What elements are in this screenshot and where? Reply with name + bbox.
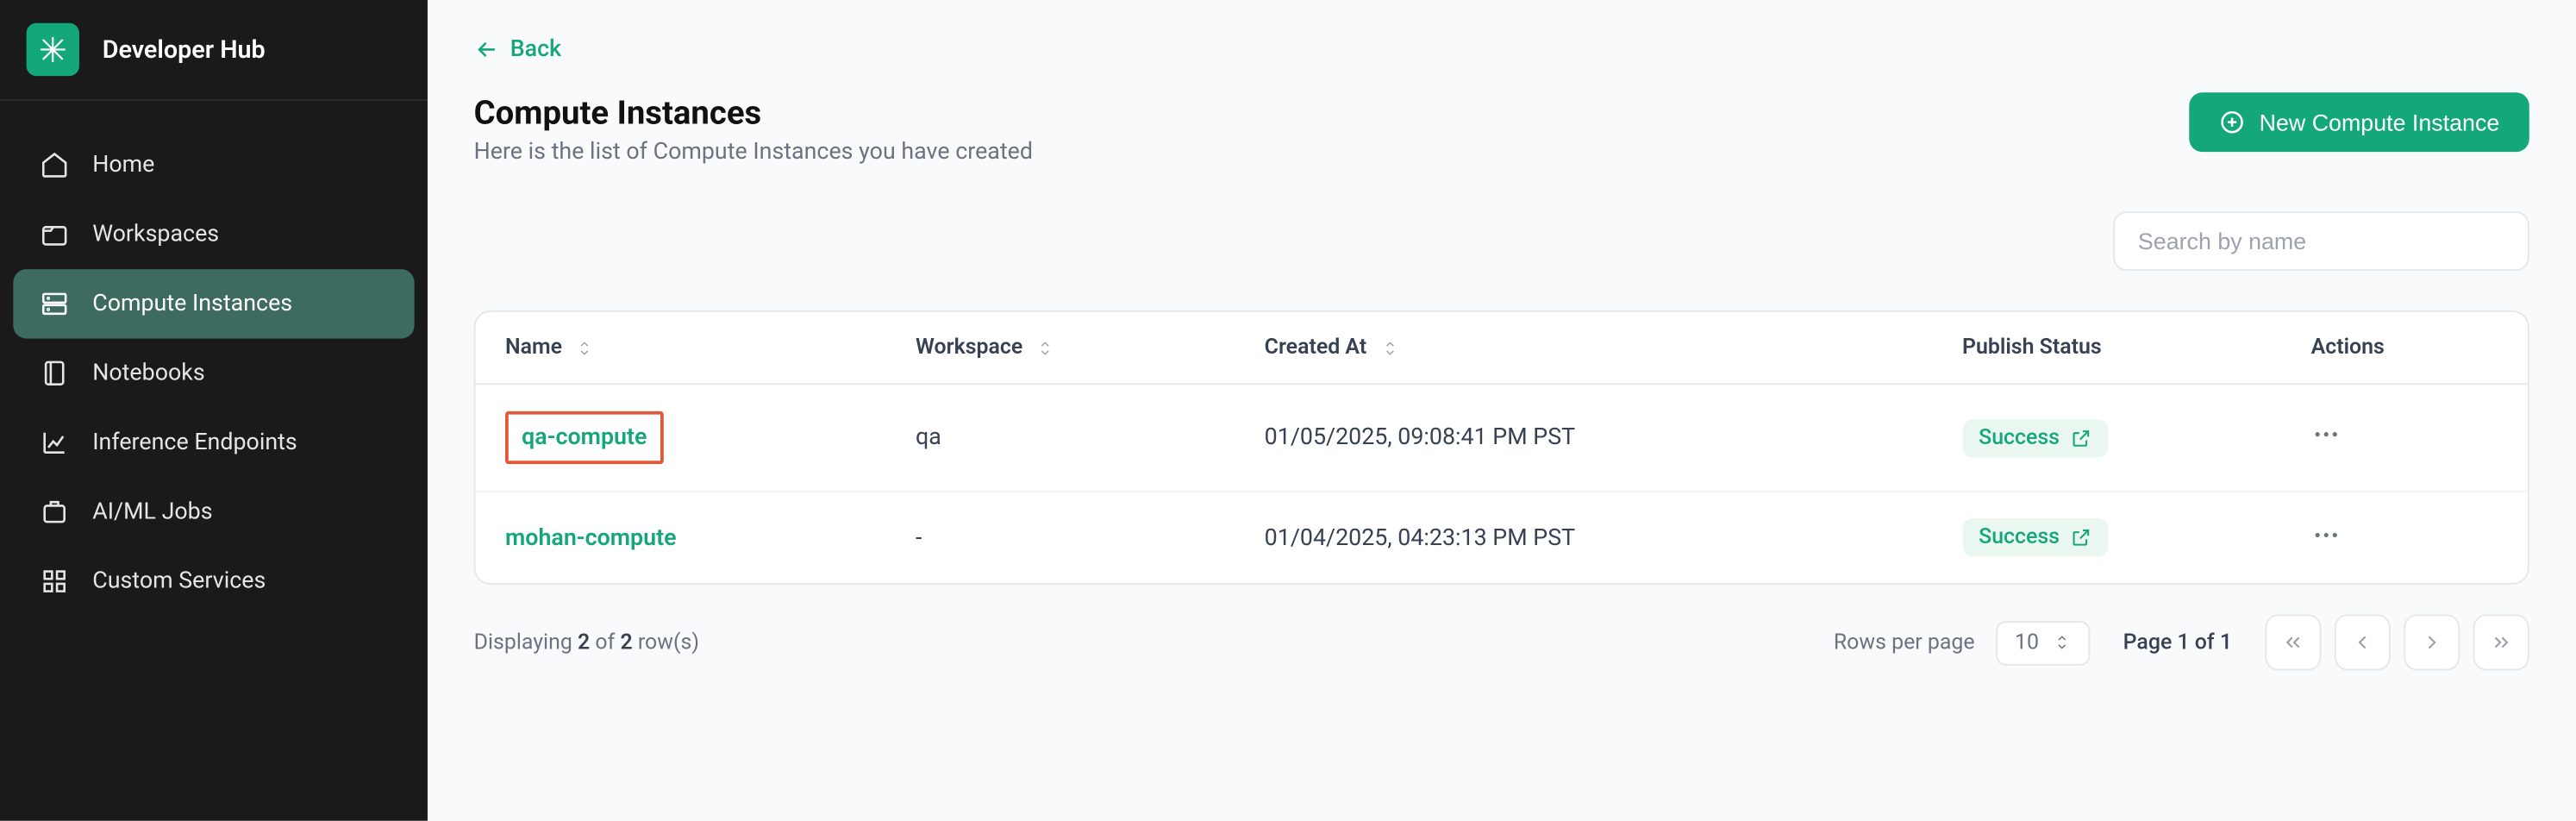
table-footer: Displaying 2 of 2 row(s) Rows per page 1… bbox=[474, 614, 2529, 670]
status-badge[interactable]: Success bbox=[1962, 518, 2108, 556]
sidebar-header: Developer Hub bbox=[0, 0, 428, 101]
pager bbox=[2265, 614, 2529, 670]
more-horizontal-icon bbox=[2311, 519, 2341, 548]
prev-page-button[interactable] bbox=[2335, 614, 2391, 670]
brand-title: Developer Hub bbox=[103, 34, 266, 64]
sort-icon bbox=[1380, 338, 1400, 358]
rows-per-page-select[interactable]: 10 bbox=[1997, 620, 2090, 665]
chevrons-right-icon bbox=[2490, 631, 2513, 655]
instances-table: Name Workspace Created At Publish Status… bbox=[474, 310, 2529, 585]
nav-label: AI/ML Jobs bbox=[92, 498, 212, 525]
chart-icon bbox=[40, 428, 69, 457]
new-compute-instance-button[interactable]: New Compute Instance bbox=[2190, 92, 2529, 152]
nav-label: Workspaces bbox=[92, 222, 219, 248]
main-content: Back Compute Instances Here is the list … bbox=[428, 0, 2575, 821]
nav-label: Custom Services bbox=[92, 568, 266, 595]
search-input[interactable] bbox=[2113, 211, 2529, 271]
sidebar: Developer Hub Home Workspaces Compute In… bbox=[0, 0, 428, 821]
nav-label: Inference Endpoints bbox=[92, 429, 297, 456]
external-link-icon bbox=[2070, 527, 2091, 548]
external-link-icon bbox=[2070, 427, 2091, 448]
nav-label: Notebooks bbox=[92, 360, 204, 386]
workspace-cell: qa bbox=[886, 384, 1235, 491]
last-page-button[interactable] bbox=[2473, 614, 2529, 670]
chevrons-left-icon bbox=[2282, 631, 2305, 655]
notebook-icon bbox=[40, 359, 69, 388]
page-subtitle: Here is the list of Compute Instances yo… bbox=[474, 139, 1033, 166]
first-page-button[interactable] bbox=[2265, 614, 2321, 670]
page-header: Compute Instances Here is the list of Co… bbox=[474, 92, 2529, 165]
nav-item-custom-services[interactable]: Custom Services bbox=[13, 547, 414, 616]
back-link[interactable]: Back bbox=[474, 36, 561, 63]
instance-name-link[interactable]: qa-compute bbox=[505, 411, 664, 464]
row-actions-button[interactable] bbox=[2311, 519, 2341, 548]
col-created-at[interactable]: Created At bbox=[1235, 312, 1932, 384]
search-row bbox=[474, 211, 2529, 271]
nav-item-inference-endpoints[interactable]: Inference Endpoints bbox=[13, 408, 414, 477]
nav-item-aiml-jobs[interactable]: AI/ML Jobs bbox=[13, 477, 414, 546]
instance-name-link[interactable]: mohan-compute bbox=[505, 524, 677, 551]
more-horizontal-icon bbox=[2311, 419, 2341, 448]
col-actions: Actions bbox=[2281, 312, 2528, 384]
row-count-text: Displaying 2 of 2 row(s) bbox=[474, 630, 699, 655]
sort-icon bbox=[1036, 338, 1056, 358]
created-cell: 01/05/2025, 09:08:41 PM PST bbox=[1235, 384, 1932, 491]
next-page-button[interactable] bbox=[2404, 614, 2460, 670]
nav-label: Compute Instances bbox=[92, 291, 292, 317]
rows-per-page: Rows per page 10 bbox=[1834, 620, 2091, 665]
chevron-right-icon bbox=[2420, 631, 2443, 655]
nav-item-home[interactable]: Home bbox=[13, 130, 414, 199]
chevron-updown-icon bbox=[2052, 632, 2072, 652]
grid-icon bbox=[40, 567, 69, 596]
col-workspace[interactable]: Workspace bbox=[886, 312, 1235, 384]
status-badge[interactable]: Success bbox=[1962, 418, 2108, 456]
page-title: Compute Instances bbox=[474, 92, 1033, 132]
table-row: qa-compute qa 01/05/2025, 09:08:41 PM PS… bbox=[476, 384, 2528, 491]
created-cell: 01/04/2025, 04:23:13 PM PST bbox=[1235, 492, 1932, 583]
home-icon bbox=[40, 150, 69, 179]
nav-item-compute-instances[interactable]: Compute Instances bbox=[13, 269, 414, 338]
chevron-left-icon bbox=[2351, 631, 2374, 655]
col-publish-status: Publish Status bbox=[1933, 312, 2282, 384]
page-info: Page 1 of 1 bbox=[2123, 630, 2232, 655]
row-actions-button[interactable] bbox=[2311, 419, 2341, 448]
jobs-icon bbox=[40, 497, 69, 526]
nav-label: Home bbox=[92, 152, 154, 179]
server-icon bbox=[40, 289, 69, 318]
nav: Home Workspaces Compute Instances Notebo… bbox=[0, 101, 428, 646]
nav-item-notebooks[interactable]: Notebooks bbox=[13, 339, 414, 408]
button-label: New Compute Instance bbox=[2260, 109, 2500, 135]
workspace-cell: - bbox=[886, 492, 1235, 583]
table-row: mohan-compute - 01/04/2025, 04:23:13 PM … bbox=[476, 492, 2528, 583]
col-name[interactable]: Name bbox=[476, 312, 886, 384]
sort-icon bbox=[575, 338, 595, 358]
plus-circle-icon bbox=[2220, 109, 2247, 135]
back-label: Back bbox=[510, 36, 561, 63]
brand-logo bbox=[27, 23, 79, 76]
folder-icon bbox=[40, 220, 69, 249]
arrow-left-icon bbox=[474, 36, 501, 63]
nav-item-workspaces[interactable]: Workspaces bbox=[13, 200, 414, 269]
